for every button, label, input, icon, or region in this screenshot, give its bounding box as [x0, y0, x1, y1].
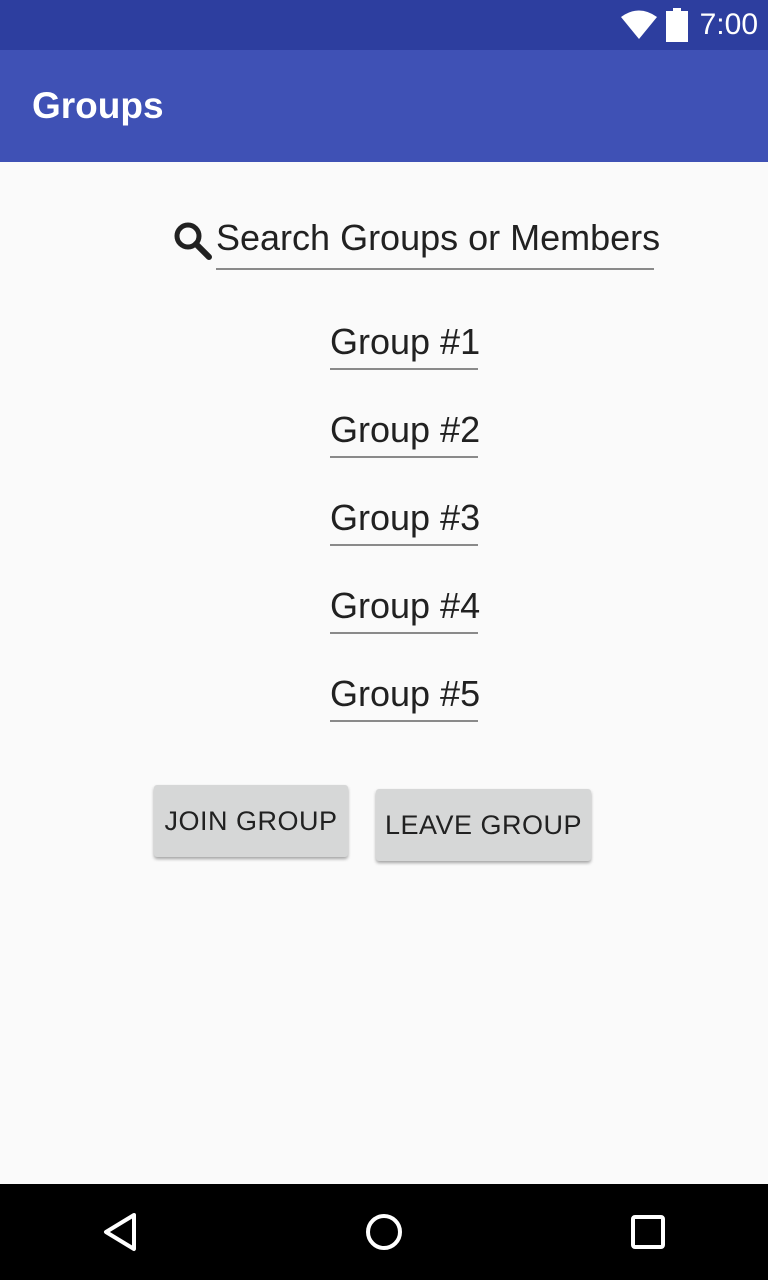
group-list: Group #1 Group #2 Group #3 Group #4 Grou…: [330, 318, 480, 758]
recents-button[interactable]: [618, 1202, 678, 1262]
join-group-button[interactable]: JOIN GROUP: [154, 785, 348, 857]
group-item[interactable]: Group #3: [330, 494, 480, 546]
leave-group-button[interactable]: LEAVE GROUP: [376, 789, 591, 861]
wifi-icon: [620, 10, 657, 39]
battery-icon: [665, 8, 688, 42]
group-item[interactable]: Group #4: [330, 582, 480, 634]
status-icons: 7:00: [620, 0, 758, 50]
group-item[interactable]: Group #5: [330, 670, 480, 722]
status-time: 7:00: [699, 8, 758, 41]
home-button[interactable]: [354, 1202, 414, 1262]
groups-screen: 7:00 Groups Search Groups or Members Gro…: [0, 0, 768, 1280]
search-bar: Search Groups or Members: [172, 214, 660, 270]
back-button[interactable]: [90, 1202, 150, 1262]
back-icon: [104, 1213, 136, 1251]
navigation-bar: [0, 1184, 768, 1280]
app-bar: Groups: [0, 50, 768, 162]
page-title: Groups: [32, 85, 164, 126]
home-icon: [366, 1214, 402, 1250]
group-item[interactable]: Group #1: [330, 318, 480, 370]
recents-icon: [631, 1215, 665, 1249]
search-icon: [174, 222, 212, 260]
group-item[interactable]: Group #2: [330, 406, 480, 458]
search-input[interactable]: Search Groups or Members: [216, 214, 660, 270]
status-bar: 7:00: [0, 0, 768, 50]
